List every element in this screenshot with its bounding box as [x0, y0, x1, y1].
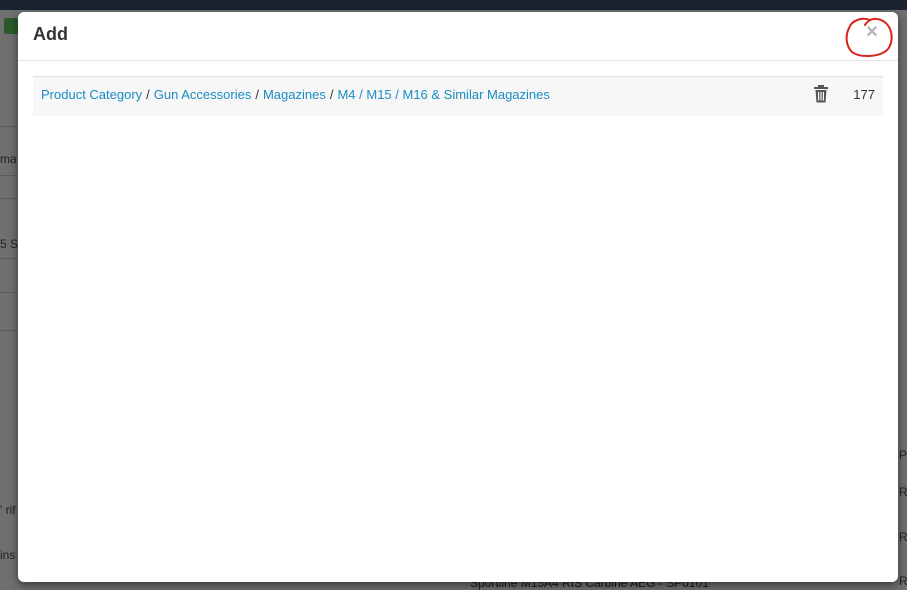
- background-divider: [0, 258, 18, 259]
- add-icon: [4, 18, 18, 34]
- background-text: ' rif: [0, 503, 16, 517]
- background-text: 5 S: [0, 237, 19, 251]
- add-modal: Add × Product Category / Gun Accessories / M…: [18, 12, 898, 582]
- trash-icon[interactable]: [813, 85, 829, 103]
- breadcrumb-gun-accessories[interactable]: Gun Accessories: [154, 87, 252, 102]
- category-row: Product Category / Gun Accessories / Magazin…: [33, 76, 883, 116]
- background-divider: [0, 126, 18, 127]
- breadcrumb-magazines[interactable]: Magazines: [263, 87, 326, 102]
- breadcrumb-separator: /: [329, 87, 334, 102]
- close-button[interactable]: ×: [864, 22, 880, 42]
- background-text: ins: [0, 548, 16, 562]
- background-divider: [0, 330, 18, 331]
- breadcrumb-product-category[interactable]: Product Category: [41, 87, 142, 102]
- category-id: 177: [853, 87, 875, 102]
- background-text: R: [899, 574, 907, 588]
- modal-header: Add ×: [18, 12, 898, 61]
- modal-title: Add: [33, 24, 68, 44]
- background-text: ma: [0, 152, 17, 166]
- background-divider: [0, 175, 18, 176]
- background-text: R: [899, 530, 907, 544]
- background-text: R: [899, 485, 907, 499]
- background-text: P: [899, 448, 907, 462]
- background-topbar: [0, 0, 907, 10]
- modal-body: Product Category / Gun Accessories / Magazin…: [33, 76, 883, 116]
- background-divider: [0, 198, 18, 199]
- breadcrumb: Product Category / Gun Accessories / Magazin…: [41, 87, 550, 102]
- breadcrumb-m4-m15-m16-magazines[interactable]: M4 / M15 / M16 & Similar Magazines: [337, 87, 549, 102]
- breadcrumb-separator: /: [146, 87, 150, 102]
- background-divider: [0, 292, 18, 293]
- breadcrumb-separator: /: [255, 87, 259, 102]
